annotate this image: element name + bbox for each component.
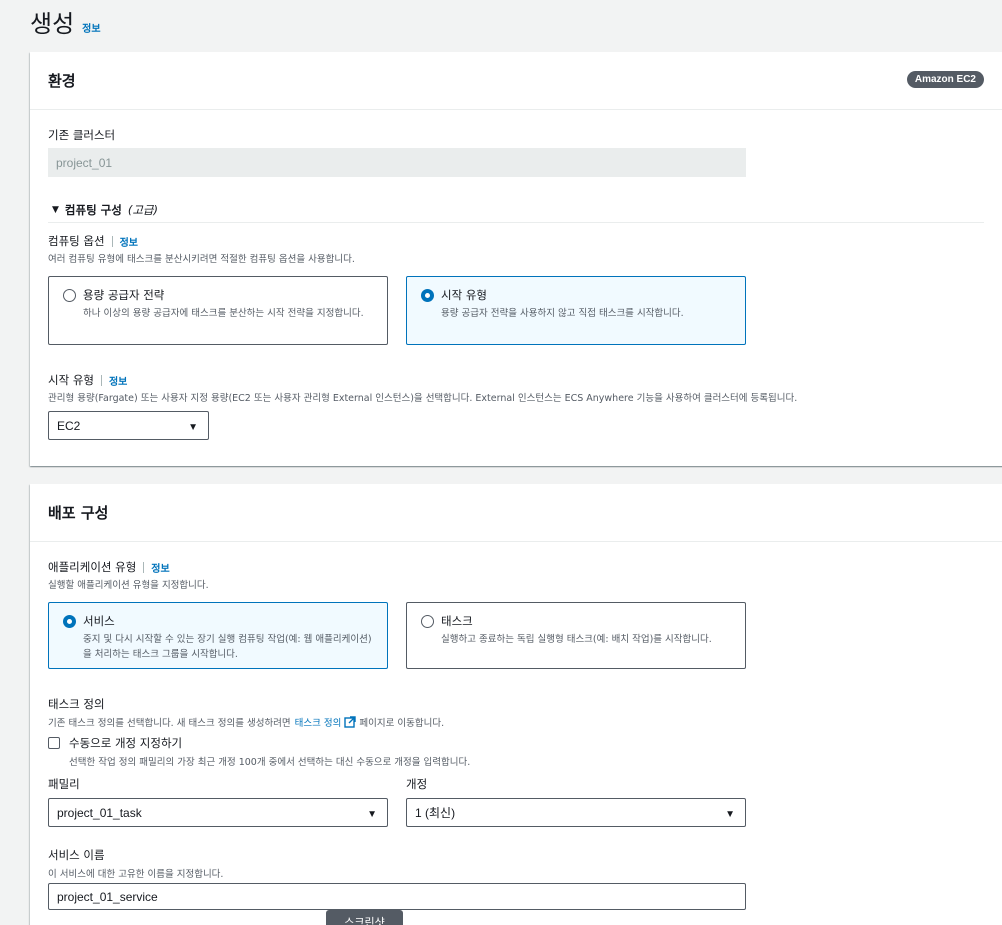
deployment-title: 배포 구성	[48, 504, 109, 522]
family-value: project_01_task	[57, 805, 142, 820]
radio-service[interactable]	[63, 615, 76, 628]
app-type-label: 애플리케이션 유형	[48, 560, 137, 574]
task-def-desc-after: 페이지로 이동합니다.	[359, 718, 445, 729]
compute-config-expander[interactable]: ▼ 컴퓨팅 구성 (고급)	[52, 202, 158, 218]
separator	[111, 235, 113, 247]
page-title: 생성	[30, 10, 75, 38]
service-name-desc: 이 서비스에 대한 고유한 이름을 지정합니다.	[48, 869, 224, 880]
tile-desc: 중지 및 다시 시작할 수 있는 장기 실행 컴퓨팅 작업(예: 웹 애플리케이…	[83, 634, 372, 660]
manual-revision-checkbox-row[interactable]: 수동으로 개정 지정하기	[48, 735, 182, 751]
revision-value: 1 (최신)	[415, 806, 456, 820]
radio-capacity-provider[interactable]	[63, 289, 76, 302]
compute-options-info-link[interactable]: 정보	[120, 234, 138, 249]
task-def-desc: 기존 태스크 정의를 선택합니다. 새 태스크 정의를 생성하려면 태스크 정의…	[48, 715, 444, 729]
environment-header: 환경 Amazon EC2	[30, 52, 1002, 110]
app-type-heading: 애플리케이션 유형 정보	[48, 559, 170, 575]
caret-down-icon: ▼	[188, 422, 198, 433]
app-type-info-link[interactable]: 정보	[151, 560, 169, 575]
tile-desc: 하나 이상의 용량 공급자에 태스크를 분산하는 시작 전략을 지정합니다.	[83, 308, 364, 319]
tile-title: 용량 공급자 전략	[83, 288, 165, 302]
family-label: 패밀리	[48, 777, 80, 791]
existing-cluster-input: project_01	[48, 148, 746, 177]
existing-cluster-label: 기존 클러스터	[48, 128, 116, 142]
family-select[interactable]: project_01_task ▼	[48, 798, 388, 827]
compute-config-qualifier: (고급)	[127, 203, 158, 217]
page-header: 생성 정보	[30, 4, 101, 39]
service-name-label: 서비스 이름	[48, 848, 105, 862]
task-def-link[interactable]: 태스크 정의	[295, 715, 342, 729]
screenshot-tooltip: 스크린샷	[326, 910, 403, 925]
tile-desc: 실행하고 종료하는 독립 실행형 태스크(예: 배치 작업)를 시작합니다.	[441, 634, 712, 645]
manual-revision-label: 수동으로 개정 지정하기	[69, 736, 183, 750]
compute-options-label: 컴퓨팅 옵션	[48, 234, 105, 248]
external-link-icon[interactable]	[344, 716, 357, 728]
launch-type-heading: 시작 유형 정보	[48, 372, 127, 388]
task-def-label: 태스크 정의	[48, 697, 105, 711]
revision-label: 개정	[406, 777, 428, 791]
manual-revision-checkbox[interactable]	[48, 737, 60, 749]
launch-type-info-link[interactable]: 정보	[109, 373, 127, 388]
launch-type-label: 시작 유형	[48, 373, 94, 387]
environment-title: 환경	[48, 72, 76, 90]
compute-config-title: 컴퓨팅 구성	[64, 203, 122, 217]
caret-down-icon: ▼	[52, 205, 59, 215]
app-type-desc: 실행할 애플리케이션 유형을 지정합니다.	[48, 580, 209, 591]
tile-task[interactable]: 태스크 실행하고 종료하는 독립 실행형 태스크(예: 배치 작업)를 시작합니…	[406, 602, 746, 669]
launch-type-select[interactable]: EC2 ▼	[48, 411, 209, 440]
tile-service[interactable]: 서비스 중지 및 다시 시작할 수 있는 장기 실행 컴퓨팅 작업(예: 웹 애…	[48, 602, 388, 669]
radio-launch-type[interactable]	[421, 289, 434, 302]
deployment-header: 배포 구성	[30, 484, 1002, 542]
deployment-panel: 배포 구성 애플리케이션 유형 정보 실행할 애플리케이션 유형을 지정합니다.…	[30, 484, 1002, 925]
task-def-desc-before: 기존 태스크 정의를 선택합니다. 새 태스크 정의를 생성하려면	[48, 718, 291, 729]
caret-down-icon: ▼	[367, 809, 377, 820]
compute-options-desc: 여러 컴퓨팅 유형에 태스크를 분산시키려면 적절한 컴퓨팅 옵션을 사용합니다…	[48, 254, 355, 265]
tile-title: 태스크	[441, 614, 473, 628]
tile-title: 서비스	[83, 614, 115, 628]
service-name-value: project_01_service	[57, 889, 158, 904]
tile-capacity-provider[interactable]: 용량 공급자 전략 하나 이상의 용량 공급자에 태스크를 분산하는 시작 전략…	[48, 276, 388, 345]
launch-type-desc: 관리형 용량(Fargate) 또는 사용자 지정 용량(EC2 또는 사용자 …	[48, 393, 798, 404]
separator	[100, 374, 102, 386]
caret-down-icon: ▼	[725, 809, 735, 820]
revision-select[interactable]: 1 (최신) ▼	[406, 798, 746, 827]
service-name-input[interactable]: project_01_service	[48, 883, 746, 910]
tile-title: 시작 유형	[441, 288, 487, 302]
section-divider	[48, 222, 984, 223]
launch-type-value: EC2	[57, 418, 81, 433]
manual-revision-desc: 선택한 작업 정의 패밀리의 가장 최근 개정 100개 중에서 선택하는 대신…	[69, 757, 471, 768]
page-info-link[interactable]: 정보	[82, 20, 100, 35]
environment-panel: 환경 Amazon EC2 기존 클러스터 project_01 ▼ 컴퓨팅 구…	[30, 52, 1002, 466]
tile-launch-type[interactable]: 시작 유형 용량 공급자 전략을 사용하지 않고 직접 태스크를 시작합니다.	[406, 276, 746, 345]
platform-badge: Amazon EC2	[906, 71, 984, 88]
separator	[143, 561, 145, 573]
tile-desc: 용량 공급자 전략을 사용하지 않고 직접 태스크를 시작합니다.	[441, 308, 684, 319]
radio-task[interactable]	[421, 615, 434, 628]
compute-options-heading: 컴퓨팅 옵션 정보	[48, 233, 138, 249]
